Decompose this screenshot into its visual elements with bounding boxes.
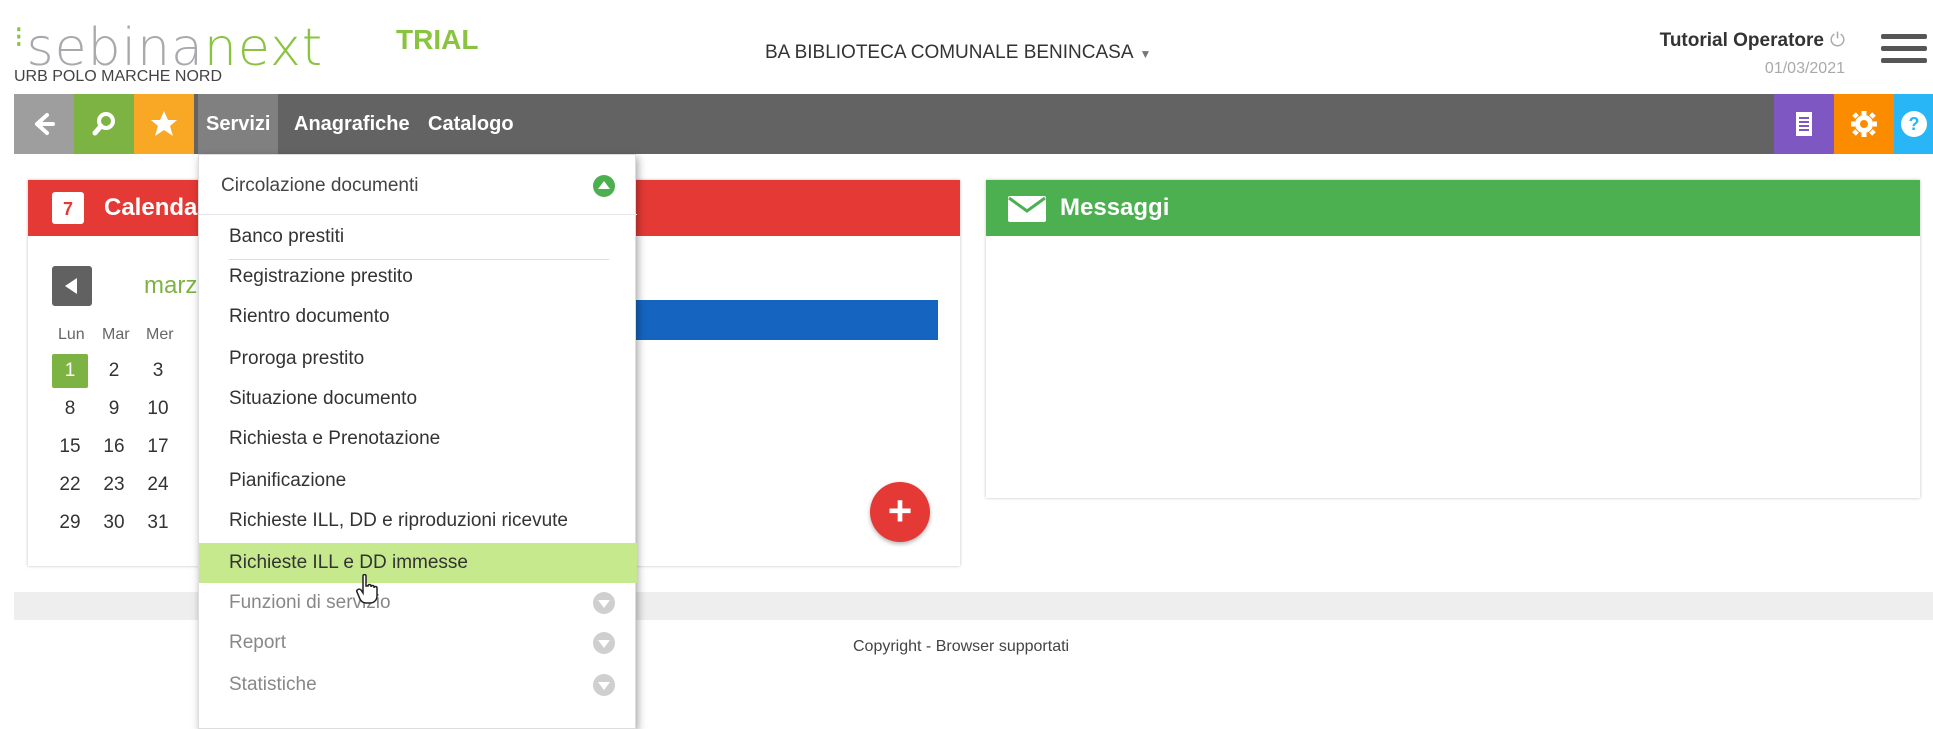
calendar-day[interactable]: 16 bbox=[96, 430, 132, 464]
calendar-month: marz bbox=[144, 272, 198, 299]
document-icon[interactable] bbox=[1774, 94, 1834, 154]
expand-down-icon[interactable] bbox=[593, 674, 615, 696]
section-report[interactable]: Report bbox=[199, 623, 637, 663]
session-date: 01/03/2021 bbox=[1764, 60, 1845, 77]
main-nav-bar: Servizi Anagrafiche Catalogo ? bbox=[14, 94, 1933, 154]
calendar-day[interactable]: 31 bbox=[140, 506, 176, 540]
menu-item-richieste-ill-dd-immesse[interactable]: Richieste ILL e DD immesse bbox=[199, 543, 637, 583]
event-bar[interactable] bbox=[632, 300, 938, 340]
calendar-day[interactable]: 8 bbox=[52, 392, 88, 426]
messages-panel: Messaggi bbox=[986, 180, 1920, 498]
menu-item-rientro-documento[interactable]: Rientro documento bbox=[199, 297, 637, 337]
prev-month-button[interactable] bbox=[52, 266, 92, 306]
svg-text:?: ? bbox=[1908, 114, 1919, 134]
calendar-day[interactable]: 24 bbox=[140, 468, 176, 502]
calendar-day[interactable]: 10 bbox=[140, 392, 176, 426]
star-icon[interactable] bbox=[134, 94, 194, 154]
copyright-footer[interactable]: Copyright - Browser supportati bbox=[853, 638, 1069, 656]
section-label: Report bbox=[229, 632, 287, 653]
nav-servizi[interactable]: Servizi bbox=[198, 94, 279, 154]
calendar-day[interactable]: 23 bbox=[96, 468, 132, 502]
calendar-day[interactable]: 29 bbox=[52, 506, 88, 540]
trial-badge: TRIAL bbox=[396, 24, 479, 55]
menu-item-richiesta-prenotazione[interactable]: Richiesta e Prenotazione bbox=[199, 419, 637, 459]
weekday-label: Mer bbox=[146, 326, 174, 343]
nav-catalogo[interactable]: Catalogo bbox=[420, 94, 522, 154]
calendar-day[interactable]: 9 bbox=[96, 392, 132, 426]
envelope-icon bbox=[1008, 196, 1046, 222]
library-selector[interactable]: BA BIBLIOTECA COMUNALE BENINCASA ▼ bbox=[765, 42, 1151, 64]
user-name-label: Tutorial Operatore bbox=[1659, 30, 1824, 51]
menu-item-banco-prestiti[interactable]: Banco prestiti bbox=[199, 217, 637, 257]
power-icon[interactable]: ⏻ bbox=[1830, 30, 1845, 51]
hamburger-menu-icon[interactable] bbox=[1881, 34, 1927, 68]
servizi-dropdown-menu: Circolazione documenti Banco prestiti Re… bbox=[198, 154, 637, 729]
expand-down-icon[interactable] bbox=[593, 632, 615, 654]
section-statistiche[interactable]: Statistiche bbox=[199, 665, 637, 705]
nav-anagrafiche[interactable]: Anagrafiche bbox=[286, 94, 418, 154]
calendar-icon: 7 bbox=[52, 192, 84, 224]
search-icon[interactable] bbox=[74, 94, 134, 154]
weekday-label: Lun bbox=[58, 326, 85, 343]
menu-item-richieste-ill-dd-ricevute[interactable]: Richieste ILL, DD e riproduzioni ricevut… bbox=[199, 501, 637, 541]
calendar-day[interactable]: 15 bbox=[52, 430, 88, 464]
caret-down-icon: ▼ bbox=[1139, 47, 1152, 61]
sebina-logo[interactable]: ⁝sebinanext bbox=[14, 12, 323, 74]
menu-item-proroga-prestito[interactable]: Proroga prestito bbox=[199, 339, 637, 379]
gear-icon[interactable] bbox=[1834, 94, 1894, 154]
weekday-label: Mar bbox=[102, 326, 130, 343]
calendar-day[interactable]: 22 bbox=[52, 468, 88, 502]
calendar-day[interactable]: 2 bbox=[96, 354, 132, 388]
menu-item-registrazione-prestito[interactable]: Registrazione prestito bbox=[199, 257, 637, 297]
app-header: ⁝sebinanext URB POLO MARCHE NORD TRIAL B… bbox=[0, 0, 1933, 93]
logo-dots: ⁝ bbox=[14, 20, 25, 55]
calendar-day[interactable]: 17 bbox=[140, 430, 176, 464]
menu-item-situazione-documento[interactable]: Situazione documento bbox=[199, 379, 637, 419]
calendar-day-today[interactable]: 1 bbox=[52, 354, 88, 388]
library-name: BA BIBLIOTECA COMUNALE BENINCASA bbox=[765, 42, 1134, 63]
collapse-up-icon[interactable] bbox=[593, 175, 615, 197]
expand-down-icon[interactable] bbox=[593, 592, 615, 614]
section-label: Circolazione documenti bbox=[221, 175, 419, 196]
section-label: Statistiche bbox=[229, 674, 317, 695]
back-arrow-icon[interactable] bbox=[14, 94, 74, 154]
calendar-day[interactable]: 3 bbox=[140, 354, 176, 388]
section-circolazione-documenti[interactable]: Circolazione documenti bbox=[199, 155, 637, 215]
calendar-day[interactable]: 30 bbox=[96, 506, 132, 540]
calendar-title: Calendar bbox=[104, 194, 207, 221]
user-name[interactable]: Tutorial Operatore ⏻ bbox=[1660, 30, 1845, 52]
help-icon[interactable]: ? bbox=[1894, 94, 1933, 154]
menu-item-pianificazione[interactable]: Pianificazione bbox=[199, 461, 637, 501]
messages-title: Messaggi bbox=[1060, 194, 1170, 221]
polo-name: URB POLO MARCHE NORD bbox=[14, 68, 223, 85]
add-event-button[interactable]: + bbox=[870, 482, 930, 542]
hand-cursor-icon bbox=[356, 574, 378, 604]
section-funzioni-di-servizio[interactable]: Funzioni di servizio bbox=[199, 583, 637, 623]
messages-panel-header: Messaggi bbox=[986, 180, 1920, 236]
